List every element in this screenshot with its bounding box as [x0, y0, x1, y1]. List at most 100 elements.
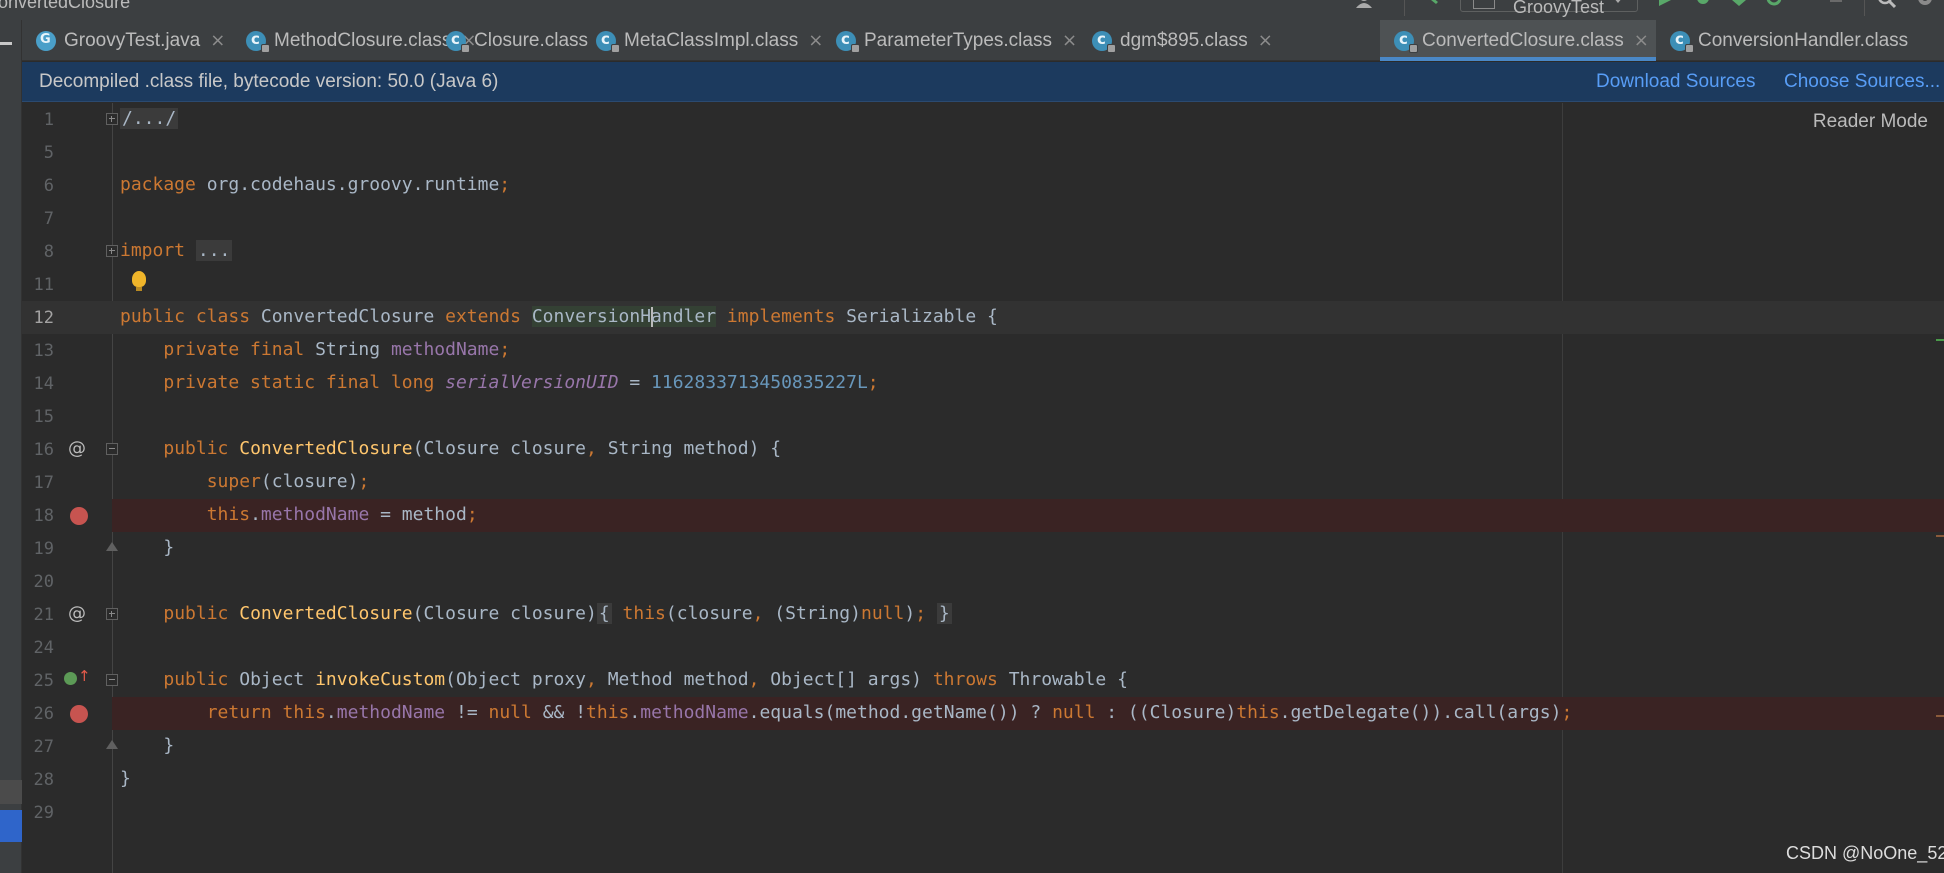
profile-icon[interactable] [1766, 0, 1784, 10]
code-text: } [120, 735, 175, 756]
settings-gear-icon[interactable] [1916, 0, 1934, 10]
code-line[interactable]: 17 super(closure); [22, 466, 1944, 499]
breakpoint-icon[interactable] [70, 705, 88, 723]
error-stripe-marker[interactable] [1936, 339, 1944, 341]
code-line[interactable]: 13 private final String methodName; [22, 334, 1944, 367]
lock-icon [261, 43, 270, 53]
lightbulb-icon[interactable] [132, 271, 146, 291]
code-line[interactable]: 25 ↑ public Object invokeCustom(Object p… [22, 664, 1944, 697]
line-number: 27 [33, 737, 54, 757]
code-line[interactable]: 8 import ... [22, 235, 1944, 268]
tab-methodclosure-class[interactable]: MethodClosure.class × [232, 20, 477, 61]
close-icon[interactable]: × [1258, 30, 1273, 51]
folded-region[interactable]: /.../ [120, 108, 179, 129]
tab-label: dgm$895.class [1120, 29, 1248, 51]
download-sources-link[interactable]: Download Sources [1596, 71, 1755, 93]
line-number: 13 [33, 341, 54, 361]
code-line-current[interactable]: 12 public class ConvertedClosure extends… [22, 301, 1944, 334]
code-line[interactable]: 29 [22, 796, 1944, 829]
line-number: 16 [33, 440, 54, 460]
code-line[interactable]: 28 } [22, 763, 1944, 796]
code-editor[interactable]: Reader Mode 1 /.../ 5 6 package org.code… [22, 103, 1944, 873]
tool-window-button[interactable] [0, 780, 22, 804]
tab-label: MetaClassImpl.class [624, 29, 799, 51]
code-line[interactable]: 15 [22, 400, 1944, 433]
run-config-icon [1473, 0, 1495, 9]
line-number: 24 [33, 638, 54, 658]
close-icon[interactable]: × [1634, 30, 1649, 51]
tab-metaclassimpl-class[interactable]: MetaClassImpl.class × [582, 20, 823, 61]
class-file-icon [1092, 30, 1116, 53]
code-text: private final String methodName; [163, 339, 511, 360]
class-file-icon [836, 30, 860, 53]
tool-window-button-selected[interactable] [0, 810, 22, 842]
code-line[interactable]: 1 /.../ [22, 103, 1944, 136]
watermark: CSDN @NoOne_52 [1786, 843, 1944, 863]
user-icon[interactable] [1356, 0, 1374, 10]
breakpoint-icon[interactable] [70, 507, 88, 525]
code-line[interactable]: 27 } [22, 730, 1944, 763]
more-run-options-icon[interactable] [1800, 0, 1818, 10]
class-file-icon [1394, 30, 1418, 53]
tab-closure-class[interactable]: Closure.class × [432, 20, 613, 61]
code-text: public ConvertedClosure(Closure closure,… [163, 438, 782, 459]
groovy-class-icon [36, 30, 56, 51]
fold-end-icon[interactable] [106, 542, 118, 554]
tab-label: MethodClosure.class [274, 29, 452, 51]
code-text: public Object invokeCustom(Object proxy,… [163, 669, 1128, 690]
annotation-at-icon[interactable]: @ [68, 438, 86, 459]
override-arrow-icon[interactable]: ↑ [78, 667, 91, 685]
code-line[interactable]: 7 [22, 202, 1944, 235]
code-line[interactable]: 21 @ public ConvertedClosure(Closure clo… [22, 598, 1944, 631]
error-stripe-marker[interactable] [1936, 535, 1944, 537]
fold-expand-icon[interactable] [106, 245, 118, 257]
tab-label: Closure.class [474, 29, 589, 51]
choose-sources-link[interactable]: Choose Sources... [1784, 71, 1940, 93]
window-title: onvertedClosure [0, 0, 131, 12]
code-line-breakpoint[interactable]: 26 return this.methodName != null && !th… [22, 697, 1944, 730]
code-line[interactable]: 19 } [22, 532, 1944, 565]
implements-method-icon[interactable] [64, 672, 77, 685]
stop-icon[interactable] [1828, 0, 1846, 10]
tab-dgm895-class[interactable]: dgm$895.class × [1078, 20, 1286, 61]
text-caret [651, 307, 654, 327]
code-line[interactable]: 5 [22, 136, 1944, 169]
code-line[interactable]: 20 [22, 565, 1944, 598]
run-config-selector[interactable]: GroovyTest [1460, 0, 1638, 17]
class-file-icon [1670, 30, 1694, 53]
close-icon[interactable]: × [1062, 30, 1077, 51]
folded-imports[interactable]: ... [195, 240, 233, 261]
class-file-icon [246, 30, 270, 53]
code-line-breakpoint[interactable]: 18 this.methodName = method; [22, 499, 1944, 532]
tab-conversionhandler-class[interactable]: ConversionHandler.class [1656, 20, 1944, 61]
tab-groovytest-java[interactable]: GroovyTest.java × [22, 20, 232, 61]
line-number: 28 [33, 770, 54, 790]
fold-expand-icon[interactable] [106, 608, 118, 620]
minimize-icon[interactable] [0, 42, 12, 45]
code-line[interactable]: 24 [22, 631, 1944, 664]
chevron-down-icon [1613, 0, 1623, 3]
tab-parametertypes-class[interactable]: ParameterTypes.class × [822, 20, 1078, 61]
search-icon[interactable] [1878, 0, 1896, 10]
code-line[interactable]: 11 [22, 268, 1944, 301]
fold-end-icon[interactable] [106, 740, 118, 752]
run-icon[interactable] [1656, 0, 1674, 10]
line-number: 26 [33, 704, 54, 724]
code-line[interactable]: 6 package org.codehaus.groovy.runtime; [22, 169, 1944, 202]
tab-convertedclosure-class[interactable]: ConvertedClosure.class × [1380, 20, 1656, 61]
lock-icon [851, 43, 860, 53]
code-line[interactable]: 16 @ public ConvertedClosure(Closure clo… [22, 433, 1944, 466]
error-stripe-marker[interactable] [1936, 715, 1944, 717]
fold-collapse-icon[interactable] [106, 443, 118, 455]
code-text: package org.codehaus.groovy.runtime; [120, 174, 511, 195]
close-icon[interactable]: × [210, 30, 225, 51]
annotation-at-icon[interactable]: @ [68, 603, 86, 624]
code-line[interactable]: 14 private static final long serialVersi… [22, 367, 1944, 400]
build-hammer-icon[interactable] [1424, 0, 1442, 10]
fold-expand-icon[interactable] [106, 113, 118, 125]
coverage-icon[interactable] [1730, 0, 1748, 10]
debug-icon[interactable] [1694, 0, 1712, 10]
fold-collapse-icon[interactable] [106, 674, 118, 686]
tab-label: ParameterTypes.class [864, 29, 1052, 51]
line-number: 15 [33, 407, 54, 427]
